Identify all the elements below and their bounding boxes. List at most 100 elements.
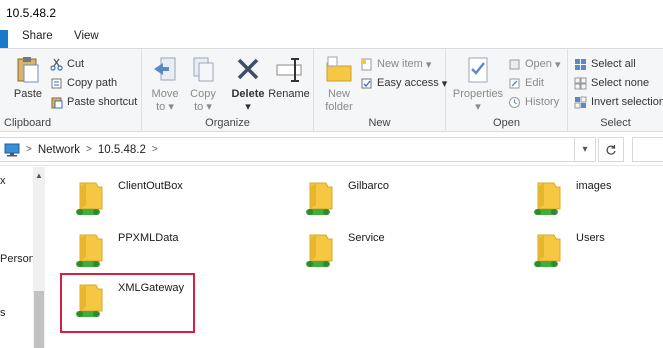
- clipboard-group: Paste Cut Copy path Paste shortcut Clipb…: [0, 49, 142, 132]
- address-history-dropdown[interactable]: ▾: [574, 137, 596, 162]
- copy-to-button[interactable]: Copy to ▾: [186, 55, 220, 114]
- nav-scrollbar[interactable]: ▲: [33, 167, 45, 348]
- select-all-icon: [575, 58, 586, 70]
- tab-view[interactable]: View: [74, 30, 99, 42]
- tab-file[interactable]: [0, 30, 8, 48]
- nav-item[interactable]: x: [0, 175, 6, 187]
- new-item-label: New item: [377, 58, 423, 70]
- scroll-thumb[interactable]: [34, 291, 44, 348]
- easy-access-button[interactable]: Easy access ▾: [360, 74, 447, 92]
- network-folder-icon: [76, 234, 103, 267]
- breadcrumb-chevron-icon[interactable]: >: [152, 144, 158, 155]
- refresh-button[interactable]: [598, 137, 624, 162]
- folder-item[interactable]: PPXMLData: [62, 225, 282, 277]
- select-none-icon: [574, 77, 587, 89]
- edit-label: Edit: [525, 77, 544, 89]
- breadcrumb-chevron-icon[interactable]: >: [26, 144, 32, 155]
- delete-label: Delete: [231, 88, 265, 100]
- network-folder-icon: [306, 234, 333, 267]
- network-folder-icon: [76, 182, 103, 215]
- copy-to-label-1: Copy: [190, 88, 216, 100]
- folder-name: images: [576, 180, 612, 192]
- rename-label: Rename: [268, 88, 310, 100]
- folder-name: Service: [348, 232, 385, 244]
- new-folder-label-2: folder: [325, 101, 353, 113]
- move-to-label-2: to: [156, 101, 166, 113]
- ribbon: Paste Cut Copy path Paste shortcut Clipb…: [0, 48, 663, 132]
- move-to-button[interactable]: Move to ▾: [148, 55, 182, 114]
- history-button[interactable]: History: [508, 93, 559, 111]
- properties-icon: [468, 57, 488, 83]
- open-group: Properties ▾ Open ▾ Edit History Open: [446, 49, 568, 132]
- paste-shortcut-label: Paste shortcut: [67, 96, 138, 108]
- refresh-icon: [606, 144, 616, 155]
- copy-path-button[interactable]: Copy path: [50, 74, 117, 92]
- cut-label: Cut: [67, 58, 85, 70]
- edit-icon: [509, 78, 520, 88]
- invert-selection-label: Invert selection: [591, 96, 663, 108]
- new-folder-label-1: New: [327, 88, 350, 100]
- network-folder-icon: [534, 182, 561, 215]
- properties-label: Properties: [452, 88, 504, 100]
- new-item-button[interactable]: New item ▾: [360, 55, 431, 73]
- folder-item[interactable]: ClientOutBox: [62, 173, 282, 225]
- paste-icon: [17, 57, 39, 83]
- folder-item[interactable]: Gilbarco: [292, 173, 512, 225]
- paste-shortcut-icon: [51, 97, 63, 108]
- easy-access-label: Easy access: [377, 77, 439, 89]
- breadcrumb-network[interactable]: Network: [38, 144, 80, 156]
- folder-name: PPXMLData: [118, 232, 179, 244]
- scroll-up-arrow-icon[interactable]: ▲: [33, 171, 45, 180]
- open-group-label: Open: [493, 117, 520, 129]
- select-group-label: Select: [600, 117, 631, 129]
- breadcrumb-host[interactable]: 10.5.48.2: [98, 144, 146, 156]
- scissors-icon: [50, 58, 63, 71]
- tab-share[interactable]: Share: [22, 30, 53, 42]
- paste-shortcut-button[interactable]: Paste shortcut: [50, 93, 137, 111]
- properties-button[interactable]: Properties ▾: [450, 55, 506, 114]
- new-folder-button[interactable]: New folder: [322, 55, 356, 114]
- network-icon: [4, 143, 20, 156]
- folder-item[interactable]: Users: [520, 225, 660, 277]
- breadcrumb-chevron-icon[interactable]: >: [86, 144, 92, 155]
- paste-label: Paste: [13, 88, 43, 100]
- cut-button[interactable]: Cut: [50, 55, 84, 73]
- copy-path-icon: [51, 78, 62, 88]
- select-all-button[interactable]: Select all: [574, 55, 636, 73]
- select-all-label: Select all: [591, 58, 636, 70]
- new-item-icon: [361, 58, 372, 70]
- nav-item[interactable]: s: [0, 307, 6, 319]
- window-title: 10.5.48.2: [6, 6, 57, 20]
- folder-item[interactable]: images: [520, 173, 660, 225]
- open-icon: [509, 59, 520, 69]
- new-folder-icon: [326, 56, 352, 82]
- organize-group-label: Organize: [205, 117, 250, 129]
- select-group: Select all Select none Invert selection …: [568, 49, 663, 132]
- chevron-down-icon: ▾: [582, 144, 588, 155]
- copy-to-label-2: to: [194, 101, 204, 113]
- new-group-label: New: [368, 117, 391, 129]
- paste-button[interactable]: Paste: [12, 55, 44, 101]
- edit-button[interactable]: Edit: [508, 74, 544, 92]
- select-none-button[interactable]: Select none: [574, 74, 649, 92]
- network-folder-icon: [534, 234, 561, 267]
- rename-button[interactable]: Rename: [268, 55, 310, 101]
- title-bar: 10.5.48.2: [0, 0, 663, 26]
- search-box[interactable]: [632, 137, 663, 162]
- ribbon-tabs: Share View: [0, 26, 663, 48]
- folder-name: ClientOutBox: [118, 180, 183, 192]
- delete-button[interactable]: Delete ▾: [230, 55, 266, 114]
- folder-item[interactable]: Service: [292, 225, 512, 277]
- address-bar[interactable]: > Network > 10.5.48.2 >: [0, 137, 596, 162]
- address-bar-row: > Network > 10.5.48.2 > ▾: [0, 133, 663, 166]
- move-to-label-1: Move: [151, 88, 179, 100]
- clipboard-group-label: Clipboard: [4, 117, 52, 129]
- invert-selection-button[interactable]: Invert selection: [574, 93, 663, 111]
- nav-item[interactable]: Person: [0, 253, 35, 265]
- copy-path-label: Copy path: [67, 77, 118, 89]
- easy-access-icon: [361, 78, 372, 88]
- open-button[interactable]: Open ▾: [508, 55, 561, 73]
- folder-name: Users: [576, 232, 605, 244]
- open-label: Open: [525, 58, 552, 70]
- history-icon: [509, 96, 520, 108]
